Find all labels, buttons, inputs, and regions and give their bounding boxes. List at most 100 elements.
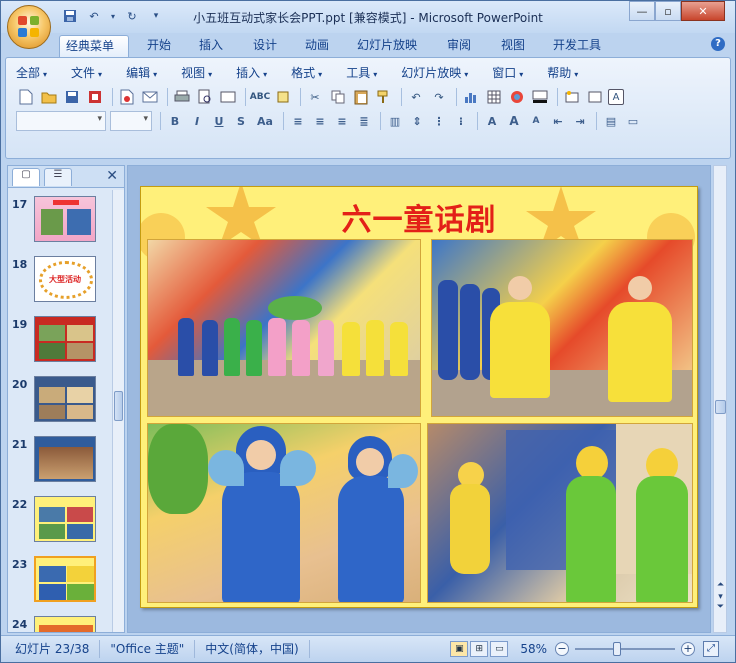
current-slide[interactable]: 六一童话剧 bbox=[140, 186, 698, 608]
menu-slideshow[interactable]: 幻灯片放映 ▾ bbox=[401, 64, 468, 82]
open-folder-icon[interactable] bbox=[39, 87, 59, 107]
zoom-in-icon[interactable]: + bbox=[681, 642, 695, 656]
close-panel-icon[interactable]: ✕ bbox=[106, 168, 118, 184]
tab-review[interactable]: 审阅 bbox=[441, 35, 477, 57]
slide-thumbnail[interactable]: 20 bbox=[8, 376, 112, 426]
slide-scroll-thumb[interactable] bbox=[715, 400, 726, 414]
normal-view-icon[interactable]: ▣ bbox=[450, 641, 469, 657]
underline-button[interactable]: U bbox=[209, 111, 229, 131]
bullets-icon[interactable]: ⁝ bbox=[451, 111, 471, 131]
slide-thumbnail[interactable]: 24 bbox=[8, 616, 112, 632]
tab-design[interactable]: 设计 bbox=[247, 35, 283, 57]
print-icon[interactable] bbox=[172, 87, 192, 107]
justify-icon[interactable]: ≣ bbox=[354, 111, 374, 131]
font-size-combo[interactable] bbox=[110, 111, 152, 131]
menu-window[interactable]: 窗口 ▾ bbox=[492, 64, 523, 82]
save-icon[interactable] bbox=[62, 87, 82, 107]
research-icon[interactable] bbox=[218, 87, 238, 107]
cut-icon[interactable]: ✂ bbox=[305, 87, 325, 107]
print-preview-icon[interactable] bbox=[195, 87, 215, 107]
close-icon[interactable]: ✕ bbox=[681, 1, 725, 21]
slide-thumbnail-current[interactable]: 23 bbox=[8, 556, 112, 606]
align-center-icon[interactable]: ≡ bbox=[310, 111, 330, 131]
increase-indent-icon[interactable]: ⇥ bbox=[570, 111, 590, 131]
tab-home[interactable]: 开始 bbox=[141, 35, 177, 57]
align-left-icon[interactable]: ≡ bbox=[288, 111, 308, 131]
font-color-icon[interactable]: A bbox=[482, 111, 502, 131]
tab-developer[interactable]: 开发工具 bbox=[547, 35, 607, 57]
minimize-icon[interactable]: — bbox=[629, 1, 655, 21]
permission-icon[interactable] bbox=[85, 87, 105, 107]
previous-slide-icon[interactable]: ⏶ bbox=[715, 580, 726, 590]
align-right-icon[interactable]: ≡ bbox=[332, 111, 352, 131]
tab-animations[interactable]: 动画 bbox=[299, 35, 335, 57]
menu-tools[interactable]: 工具 ▾ bbox=[346, 64, 377, 82]
zoom-level[interactable]: 58% bbox=[520, 642, 547, 656]
office-button[interactable] bbox=[7, 5, 51, 49]
help-icon[interactable]: ? bbox=[711, 37, 725, 51]
paste-icon[interactable] bbox=[351, 87, 371, 107]
zoom-slider-knob[interactable] bbox=[613, 642, 621, 656]
tab-slideshow[interactable]: 幻灯片放映 bbox=[351, 35, 423, 57]
slide-vertical-scrollbar[interactable]: ⏶ ▾ ⏷ bbox=[713, 165, 727, 633]
slide-thumbnail[interactable]: 17 bbox=[8, 196, 112, 246]
slides-tab-icon[interactable]: ▢ bbox=[12, 168, 40, 186]
slide-sorter-view-icon[interactable]: ⊞ bbox=[470, 641, 489, 657]
tab-classic-menu[interactable]: 经典菜单 bbox=[59, 35, 129, 57]
slide-thumbnail[interactable]: 22 bbox=[8, 496, 112, 546]
thumbnail-scroll-thumb[interactable] bbox=[114, 391, 123, 421]
menu-format[interactable]: 格式 ▾ bbox=[291, 64, 322, 82]
next-slide-icon[interactable]: ⏷ bbox=[715, 602, 726, 612]
thesaurus-icon[interactable] bbox=[273, 87, 293, 107]
restore-icon[interactable]: ▫ bbox=[655, 1, 681, 21]
columns-icon[interactable]: ▥ bbox=[385, 111, 405, 131]
slide-thumbnail[interactable]: 21 bbox=[8, 436, 112, 486]
decrease-indent-icon[interactable]: ⇤ bbox=[548, 111, 568, 131]
bold-button[interactable]: B bbox=[165, 111, 185, 131]
tab-insert[interactable]: 插入 bbox=[193, 35, 229, 57]
green-costume-kids-photo[interactable] bbox=[427, 423, 693, 603]
theme-status[interactable]: "Office 主题" bbox=[100, 640, 196, 658]
insert-table-icon[interactable] bbox=[484, 87, 504, 107]
fit-to-window-icon[interactable]: ⤢ bbox=[703, 641, 719, 657]
spelling-icon[interactable]: ABC bbox=[250, 87, 270, 107]
tab-view[interactable]: 视图 bbox=[495, 35, 531, 57]
dancing-girls-photo[interactable] bbox=[431, 239, 693, 417]
fill-color-icon[interactable] bbox=[530, 87, 550, 107]
color-grayscale-icon[interactable] bbox=[507, 87, 527, 107]
email-icon[interactable] bbox=[140, 87, 160, 107]
slide-thumbnail[interactable]: 18 大型活动 bbox=[8, 256, 112, 306]
italic-button[interactable]: I bbox=[187, 111, 207, 131]
numbering-icon[interactable]: ⋮ bbox=[429, 111, 449, 131]
slide-title[interactable]: 六一童话剧 bbox=[141, 195, 697, 239]
scroll-down-icon[interactable]: ▾ bbox=[715, 592, 726, 602]
grow-font-icon[interactable]: A bbox=[504, 111, 524, 131]
layout-icon[interactable] bbox=[585, 87, 605, 107]
copy-icon[interactable] bbox=[328, 87, 348, 107]
menu-help[interactable]: 帮助 ▾ bbox=[547, 64, 578, 82]
new-slide-button-icon[interactable]: ▭ bbox=[623, 111, 643, 131]
menu-edit[interactable]: 编辑 ▾ bbox=[126, 64, 157, 82]
menu-insert[interactable]: 插入 ▾ bbox=[236, 64, 267, 82]
outline-tab-icon[interactable]: ☰ bbox=[44, 168, 72, 186]
undo-icon[interactable]: ↶ bbox=[406, 87, 426, 107]
format-painter-icon[interactable] bbox=[374, 87, 394, 107]
slide-design-icon[interactable]: ▤ bbox=[601, 111, 621, 131]
shadow-button[interactable]: S bbox=[231, 111, 251, 131]
change-case-button[interactable]: Aa bbox=[253, 111, 277, 131]
font-name-combo[interactable] bbox=[16, 111, 106, 131]
redo-icon[interactable]: ↷ bbox=[429, 87, 449, 107]
zoom-slider[interactable] bbox=[575, 642, 675, 656]
menu-view[interactable]: 视图 ▾ bbox=[181, 64, 212, 82]
slide-thumbnail[interactable]: 19 bbox=[8, 316, 112, 366]
menu-all[interactable]: 全部 ▾ bbox=[16, 64, 47, 82]
insert-chart-icon[interactable] bbox=[461, 87, 481, 107]
slideshow-view-icon[interactable]: ▭ bbox=[490, 641, 509, 657]
line-spacing-icon[interactable]: ⇕ bbox=[407, 111, 427, 131]
export-pdf-icon[interactable] bbox=[117, 87, 137, 107]
new-document-icon[interactable] bbox=[16, 87, 36, 107]
zoom-out-icon[interactable]: − bbox=[555, 642, 569, 656]
text-box-icon[interactable]: A bbox=[608, 89, 624, 105]
blue-costume-boys-photo[interactable] bbox=[147, 423, 421, 603]
menu-file[interactable]: 文件 ▾ bbox=[71, 64, 102, 82]
